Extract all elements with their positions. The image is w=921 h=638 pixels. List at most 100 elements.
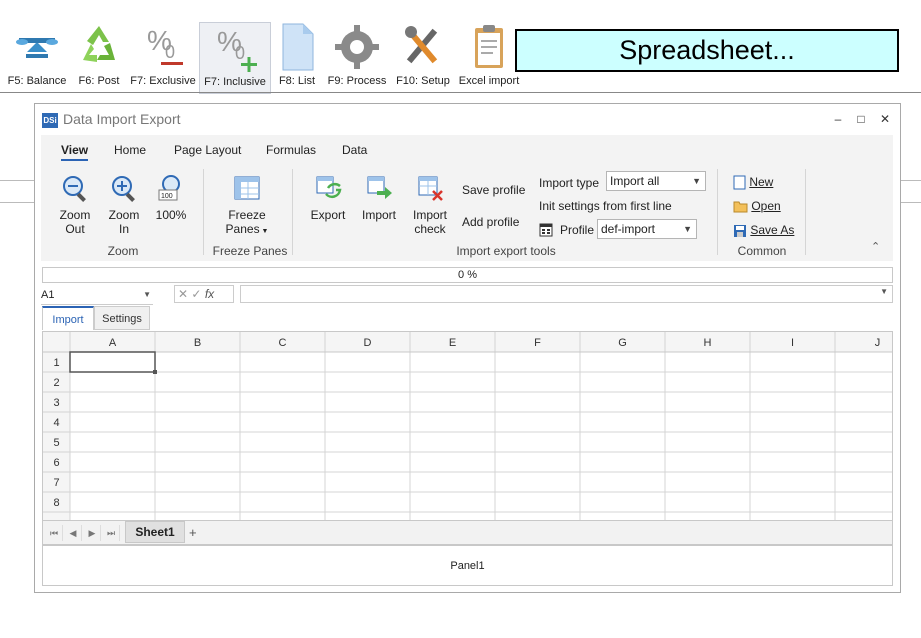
exclusive-label: F7: Exclusive <box>130 75 196 87</box>
import-check-button[interactable]: Import check <box>410 174 450 236</box>
new-button[interactable]: New <box>733 175 773 190</box>
tab-data[interactable]: Data <box>342 143 367 157</box>
process-button[interactable]: F9: Process <box>324 22 390 92</box>
fill-handle <box>153 370 157 374</box>
zoom-in-label-1: Zoom <box>108 208 140 222</box>
svg-text:0: 0 <box>235 43 245 63</box>
collapse-ribbon-icon[interactable]: ⌃ <box>871 240 880 253</box>
close-button[interactable]: ✕ <box>875 110 895 128</box>
tab-home[interactable]: Home <box>114 143 146 157</box>
column-header: C <box>279 337 287 349</box>
prev-sheet-icon[interactable]: ◀ <box>65 525 82 541</box>
zoom-in-icon <box>112 176 135 202</box>
profile-select[interactable]: def-import ▼ <box>597 219 697 239</box>
sheet-tab-bar: ⏮ ◀ ▶ ⏭ Sheet1 + <box>42 521 893 545</box>
column-header: D <box>364 337 372 349</box>
progress-bar: 0 % <box>42 267 893 283</box>
post-label: F6: Post <box>78 75 120 87</box>
maximize-button[interactable]: □ <box>851 110 871 128</box>
zoom-out-icon <box>63 176 86 202</box>
import-check-label-2: check <box>414 222 446 236</box>
zoom-in-label-2: In <box>118 222 129 236</box>
init-settings-checkbox[interactable]: Init settings from first line <box>539 199 672 213</box>
exclusive-button[interactable]: % 0 F7: Exclusive <box>128 22 198 92</box>
chevron-down-icon: ▼ <box>259 228 269 235</box>
freeze-panes-button[interactable]: Freeze Panes ▼ <box>221 174 273 239</box>
selected-cell <box>69 351 156 373</box>
row-header: 7 <box>53 477 59 489</box>
export-label: Export <box>310 208 346 222</box>
chevron-down-icon: ▼ <box>692 176 701 186</box>
profile-icon <box>539 223 553 237</box>
zoom-out-label-2: Out <box>65 222 85 236</box>
tab-settings[interactable]: Settings <box>94 306 150 330</box>
zoom-group-label: Zoom <box>107 244 139 258</box>
import-type-select[interactable]: Import all ▼ <box>606 171 706 191</box>
save-as-button[interactable]: Save As <box>733 223 794 238</box>
zoom-100-button[interactable]: 100 100% <box>153 174 189 222</box>
inclusive-label: F7: Inclusive <box>204 76 266 88</box>
import-check-icon <box>418 176 443 201</box>
row-header: 8 <box>53 497 59 509</box>
import-button[interactable]: Import <box>359 174 399 222</box>
post-button[interactable]: F6: Post <box>70 22 128 92</box>
freeze-panes-label-1: Freeze <box>228 208 266 222</box>
tab-view[interactable]: View <box>61 143 89 161</box>
clipboard-icon <box>475 25 503 68</box>
list-button[interactable]: F8: List <box>272 22 322 92</box>
inclusive-button[interactable]: % 0 F7: Inclusive <box>199 22 271 94</box>
grid-canvas: A B C D E F G H I J 1 2 3 4 5 6 7 8 <box>43 332 892 520</box>
excel-import-button[interactable]: Excel import <box>456 22 522 92</box>
window-title: Data Import Export <box>63 111 181 127</box>
open-button[interactable]: Open <box>733 199 781 213</box>
add-sheet-icon[interactable]: + <box>189 525 197 540</box>
row-header: 3 <box>53 397 59 409</box>
group-separator <box>203 169 204 255</box>
profile-value: def-import <box>601 222 656 236</box>
add-profile-button[interactable]: Add profile <box>462 215 519 229</box>
profile-label: Profile <box>560 223 595 237</box>
row-header: 5 <box>53 437 59 449</box>
svg-text:100: 100 <box>161 193 173 200</box>
tools-icon <box>405 26 438 64</box>
new-file-icon <box>733 175 746 190</box>
name-box[interactable]: A1 ▼ <box>41 286 153 305</box>
import-type-label: Import type <box>539 176 600 190</box>
column-header: I <box>791 337 794 349</box>
last-sheet-icon[interactable]: ⏭ <box>103 525 120 541</box>
import-icon <box>367 176 392 199</box>
cancel-icon[interactable]: ✕ <box>178 287 188 301</box>
setup-button[interactable]: F10: Setup <box>392 22 454 92</box>
balance-button[interactable]: F5: Balance <box>4 22 70 92</box>
first-sheet-icon[interactable]: ⏮ <box>46 525 63 541</box>
window-titlebar[interactable]: DSi Data Import Export – □ ✕ <box>35 104 900 134</box>
freeze-panes-label-2: Panes <box>225 222 260 236</box>
column-header: A <box>109 337 117 349</box>
minimize-button[interactable]: – <box>828 110 848 128</box>
zoom-in-button[interactable]: Zoom In <box>106 174 142 236</box>
balance-label: F5: Balance <box>7 75 67 87</box>
sheet-tab[interactable]: Sheet1 <box>125 521 185 543</box>
save-profile-button[interactable]: Save profile <box>462 183 525 197</box>
new-label: New <box>749 175 774 189</box>
formula-buttons: ✕ ✓ fx <box>174 285 234 303</box>
tab-page-layout[interactable]: Page Layout <box>174 143 241 157</box>
next-sheet-icon[interactable]: ▶ <box>84 525 101 541</box>
recycle-icon <box>83 26 115 62</box>
row-header: 6 <box>53 457 59 469</box>
document-icon <box>282 23 314 71</box>
spreadsheet-grid[interactable]: A B C D E F G H I J 1 2 3 4 5 6 7 8 <box>42 331 893 521</box>
zoom-out-button[interactable]: Zoom Out <box>57 174 93 236</box>
column-header: G <box>618 337 627 349</box>
tab-formulas[interactable]: Formulas <box>266 143 316 157</box>
chevron-down-icon: ▼ <box>143 290 151 299</box>
function-icon[interactable]: fx <box>205 287 214 301</box>
freeze-panes-icon <box>234 176 260 200</box>
folder-icon <box>733 201 748 213</box>
tab-import[interactable]: Import <box>42 306 94 330</box>
confirm-icon[interactable]: ✓ <box>191 287 201 301</box>
export-icon <box>316 176 342 199</box>
export-button[interactable]: Export <box>308 174 348 222</box>
chevron-down-icon[interactable]: ▼ <box>880 287 888 296</box>
formula-input[interactable]: ▼ <box>240 285 893 303</box>
